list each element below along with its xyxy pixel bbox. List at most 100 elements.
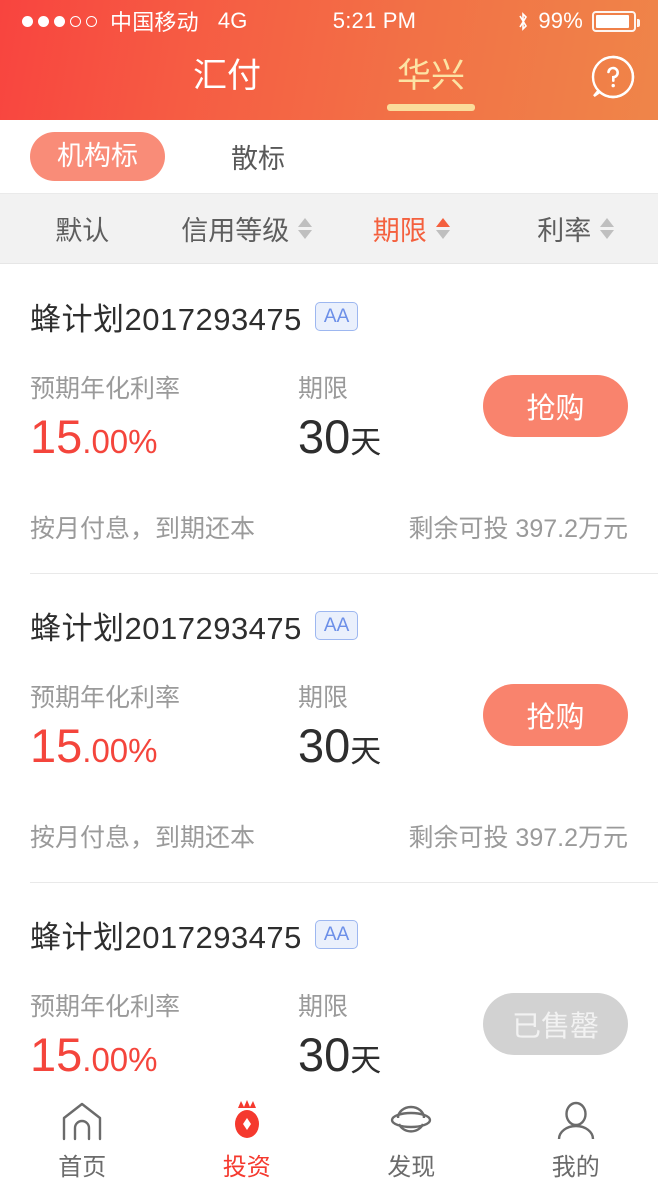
term-number: 30 [298, 409, 351, 463]
sort-rate[interactable]: 利率 [494, 209, 658, 248]
buy-button[interactable]: 抢购 [483, 374, 628, 437]
product-name: 蜂计划2017293475 [30, 301, 302, 337]
rate-label: 预期年化利率 [30, 992, 181, 1021]
header-tab-huaxing[interactable]: 华兴 [388, 48, 474, 111]
clock-label: 5:21 PM [332, 8, 417, 33]
buy-button[interactable]: 抢购 [483, 683, 628, 746]
term-unit: 天 [350, 1042, 382, 1078]
term-column: 期限 30天 [298, 987, 488, 1078]
product-title-row: 蜂计划2017293475 AA [30, 912, 628, 957]
product-card[interactable]: 蜂计划2017293475 AA 预期年化利率 15.00% 期限 30天 已售… [0, 881, 658, 1094]
rate-label: 预期年化利率 [30, 374, 181, 403]
status-bar-right: 99% [517, 8, 640, 34]
sort-bar: 默认 信用等级 期限 利率 [0, 192, 658, 264]
sort-default-label: 默认 [55, 215, 110, 246]
question-mark-circle-icon[interactable] [590, 54, 636, 100]
term-number: 30 [298, 718, 351, 772]
home-icon [60, 1099, 104, 1141]
status-bar: 中国移动 4G 5:21 PM 99% [0, 0, 658, 42]
product-footer: 按月付息，到期还本 剩余可投 397.2万元 [30, 790, 628, 882]
sold-out-button: 已售罄 [483, 992, 628, 1055]
remaining-amount: 剩余可投 397.2万元 [408, 514, 628, 543]
rate-decimal: .00% [82, 422, 158, 460]
rate-integer: 15 [30, 409, 83, 463]
signal-strength-dots [22, 15, 97, 27]
app-screen: 中国移动 4G 5:21 PM 99% 汇付 华兴 机构标 散标 默认 信用等级… [0, 0, 658, 1187]
battery-percent-label: 99% [538, 8, 583, 33]
tab-home-label: 首页 [58, 1154, 107, 1181]
rate-column: 预期年化利率 15.00% [30, 678, 298, 769]
network-type-label: 4G [217, 8, 248, 33]
category-tab-institutional[interactable]: 机构标 [30, 131, 165, 181]
term-value: 30天 [298, 722, 488, 769]
rate-column: 预期年化利率 15.00% [30, 987, 298, 1078]
header: 中国移动 4G 5:21 PM 99% 汇付 华兴 [0, 0, 658, 120]
rate-integer: 15 [30, 1027, 83, 1081]
tab-discover-label: 发现 [387, 1154, 436, 1181]
bottom-tab-bar: 首页 投资 发现 我的 [0, 1094, 658, 1187]
product-footer: 按月付息，到期还本 剩余可投 397.2万元 [30, 481, 628, 573]
term-value: 30天 [298, 413, 488, 460]
status-bar-left: 中国移动 4G [22, 5, 248, 37]
sort-default[interactable]: 默认 [0, 209, 165, 248]
tab-invest[interactable]: 投资 [165, 1094, 330, 1187]
rate-decimal: .00% [82, 731, 158, 769]
sort-arrows-icon [600, 217, 615, 239]
credit-grade-badge: AA [314, 919, 359, 949]
product-metrics: 预期年化利率 15.00% 期限 30天 抢购 [30, 369, 628, 481]
sort-arrows-icon [435, 217, 450, 239]
repayment-method: 按月付息，到期还本 [30, 514, 256, 543]
product-metrics: 预期年化利率 15.00% 期限 30天 已售罄 [30, 987, 628, 1094]
term-label: 期限 [298, 992, 349, 1021]
term-number: 30 [298, 1027, 351, 1081]
term-label: 期限 [298, 374, 349, 403]
term-column: 期限 30天 [298, 369, 488, 460]
bluetooth-icon [517, 11, 529, 31]
planet-icon [388, 1099, 434, 1141]
term-value: 30天 [298, 1031, 488, 1078]
tab-profile[interactable]: 我的 [494, 1094, 658, 1187]
sort-rate-label: 利率 [537, 215, 592, 246]
product-metrics: 预期年化利率 15.00% 期限 30天 抢购 [30, 678, 628, 790]
battery-icon [592, 10, 640, 32]
product-list: 蜂计划2017293475 AA 预期年化利率 15.00% 期限 30天 抢购 [0, 263, 658, 1094]
rate-value: 15.00% [30, 413, 298, 460]
sort-term[interactable]: 期限 [329, 209, 494, 248]
product-card[interactable]: 蜂计划2017293475 AA 预期年化利率 15.00% 期限 30天 抢购 [0, 572, 658, 882]
tab-invest-label: 投资 [222, 1154, 271, 1181]
rate-value: 15.00% [30, 722, 298, 769]
product-name: 蜂计划2017293475 [30, 610, 302, 646]
credit-grade-badge: AA [314, 610, 359, 640]
term-label: 期限 [298, 683, 349, 712]
sort-arrows-icon [298, 217, 313, 239]
sort-term-label: 期限 [372, 215, 427, 246]
remaining-amount: 剩余可投 397.2万元 [408, 823, 628, 852]
credit-grade-badge: AA [314, 301, 359, 331]
rate-label: 预期年化利率 [30, 683, 181, 712]
rate-integer: 15 [30, 718, 83, 772]
header-tabs: 汇付 华兴 [184, 42, 474, 111]
tab-home[interactable]: 首页 [0, 1094, 165, 1187]
person-icon [554, 1099, 598, 1141]
category-tab-retail[interactable]: 散标 [231, 137, 285, 176]
term-unit: 天 [350, 424, 382, 460]
pomegranate-icon [225, 1099, 269, 1141]
tab-discover[interactable]: 发现 [329, 1094, 494, 1187]
repayment-method: 按月付息，到期还本 [30, 823, 256, 852]
term-unit: 天 [350, 733, 382, 769]
product-title-row: 蜂计划2017293475 AA [30, 294, 628, 339]
header-nav: 汇付 华兴 [0, 42, 658, 120]
rate-column: 预期年化利率 15.00% [30, 369, 298, 460]
product-title-row: 蜂计划2017293475 AA [30, 603, 628, 648]
term-column: 期限 30天 [298, 678, 488, 769]
sort-credit-grade-label: 信用等级 [181, 215, 290, 246]
header-tab-huifu[interactable]: 汇付 [184, 48, 270, 111]
sort-credit-grade[interactable]: 信用等级 [165, 209, 330, 248]
tab-profile-label: 我的 [551, 1154, 600, 1181]
rate-value: 15.00% [30, 1031, 298, 1078]
category-tabs: 机构标 散标 [0, 120, 658, 193]
product-name: 蜂计划2017293475 [30, 919, 302, 955]
product-card[interactable]: 蜂计划2017293475 AA 预期年化利率 15.00% 期限 30天 抢购 [0, 264, 658, 573]
rate-decimal: .00% [82, 1040, 158, 1078]
carrier-label: 中国移动 [110, 10, 199, 35]
